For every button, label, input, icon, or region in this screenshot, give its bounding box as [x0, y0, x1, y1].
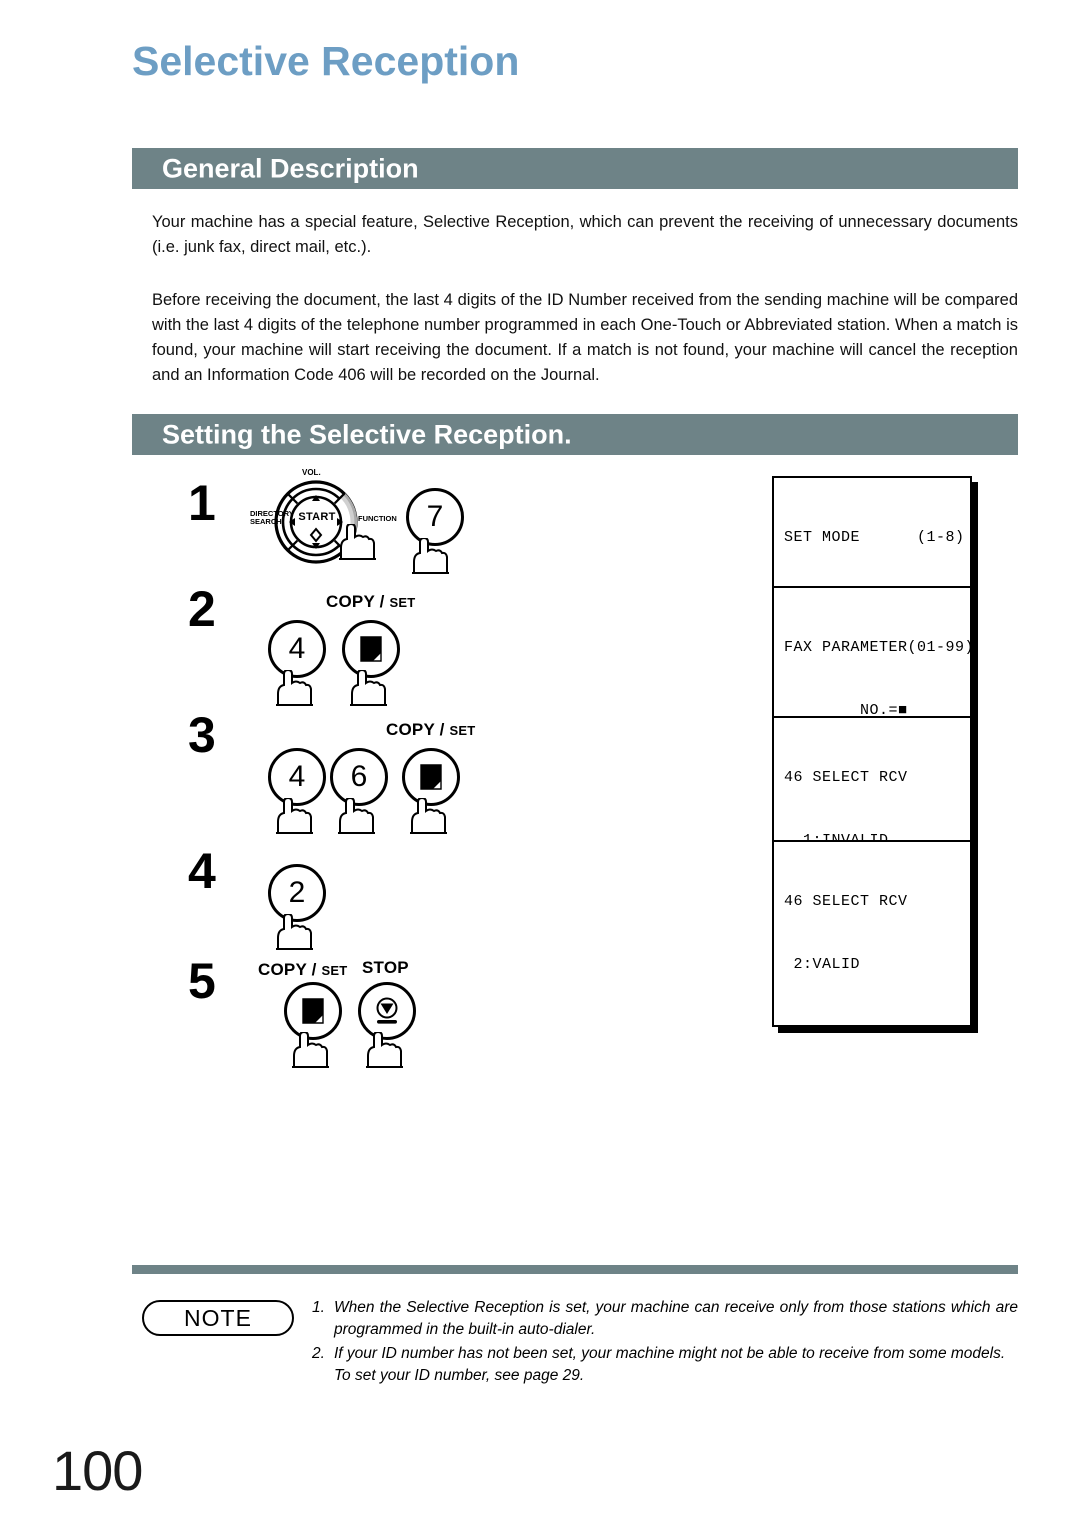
page-title: Selective Reception — [132, 38, 520, 84]
note-subtext: To set your ID number, see page 29. — [334, 1367, 585, 1384]
function-key-label: FUNCTION — [358, 514, 397, 523]
copy-set-key-label-step-5: COPY / SET — [258, 960, 347, 980]
copy-set-icon — [302, 998, 324, 1024]
keypad-key-7-label: 7 — [426, 500, 444, 533]
slash-label: / — [306, 960, 322, 979]
hand-pointer-icon — [334, 796, 378, 834]
general-description-paragraph-2: Before receiving the document, the last … — [152, 291, 1018, 384]
page-number: 100 — [52, 1439, 143, 1502]
section-header-label: General Description — [162, 153, 419, 183]
section-header-label: Setting the Selective Reception. — [162, 419, 572, 449]
note-divider — [132, 1265, 1018, 1274]
copy-label: COPY — [258, 960, 307, 979]
lcd-line: SET MODE (1-8) — [784, 529, 965, 546]
keypad-key-6-label: 6 — [350, 760, 368, 793]
step-number-4: 4 — [188, 843, 216, 899]
keypad-key-4-label: 4 — [288, 760, 306, 793]
copy-set-icon — [420, 764, 442, 790]
hand-pointer-icon — [272, 668, 316, 706]
section-header-setting-selective-reception: Setting the Selective Reception. — [132, 414, 1018, 455]
step-number-3: 3 — [188, 707, 216, 763]
step-number-2: 2 — [188, 581, 216, 637]
section-header-general-description: General Description — [132, 148, 1018, 189]
set-label: SET — [449, 723, 476, 738]
keypad-key-2-label: 2 — [288, 876, 306, 909]
hand-pointer-icon — [362, 1030, 406, 1068]
set-label: SET — [389, 595, 416, 610]
start-key-label: START — [298, 511, 336, 523]
stop-key-label: STOP — [362, 958, 409, 977]
stop-icon — [376, 997, 398, 1024]
lcd-line: FAX PARAMETER(01-99) — [784, 639, 975, 656]
hand-pointer-icon — [272, 796, 316, 834]
volume-key-label: VOL. — [302, 468, 321, 477]
hand-pointer-icon — [272, 912, 316, 950]
note-marker: 1. — [312, 1299, 325, 1316]
copy-set-key-label-step-2: COPY / SET — [326, 592, 415, 612]
general-description-paragraph-1: Your machine has a special feature, Sele… — [152, 213, 1018, 256]
note-text: When the Selective Reception is set, you… — [334, 1299, 1018, 1338]
hand-pointer-icon — [288, 1030, 332, 1068]
slash-label: / — [374, 592, 390, 611]
lcd-line: 46 SELECT RCV — [784, 769, 908, 786]
note-list: 1. When the Selective Reception is set, … — [312, 1297, 1018, 1389]
procedure-steps: 1 START VOL. DIRECTORY SEARCH FUNCTION 7… — [0, 464, 1080, 1084]
hand-pointer-icon — [406, 796, 450, 834]
directory-search-key-label-line2: SEARCH — [250, 517, 282, 526]
lcd-line: 46 SELECT RCV — [784, 893, 908, 910]
copy-label: COPY — [386, 720, 435, 739]
lcd-line: 2:VALID — [784, 956, 861, 973]
hand-pointer-icon — [335, 522, 379, 560]
note-item: 1. When the Selective Reception is set, … — [312, 1297, 1018, 1341]
keypad-key-4-label: 4 — [288, 632, 306, 665]
slash-label: / — [434, 720, 450, 739]
copy-label: COPY — [326, 592, 375, 611]
note-badge: NOTE — [142, 1300, 294, 1336]
hand-pointer-icon — [408, 536, 452, 574]
lcd-display-step-4: 46 SELECT RCV 2:VALID — [772, 840, 972, 1027]
copy-set-key-label-step-3: COPY / SET — [386, 720, 475, 740]
set-label: SET — [321, 963, 348, 978]
step-number-1: 1 — [188, 475, 216, 531]
step-number-5: 5 — [188, 953, 216, 1009]
note-text: If your ID number has not been set, your… — [334, 1345, 1006, 1362]
note-item: 2. If your ID number has not been set, y… — [312, 1343, 1018, 1387]
copy-set-icon — [360, 636, 382, 662]
hand-pointer-icon — [346, 668, 390, 706]
note-marker: 2. — [312, 1345, 325, 1362]
